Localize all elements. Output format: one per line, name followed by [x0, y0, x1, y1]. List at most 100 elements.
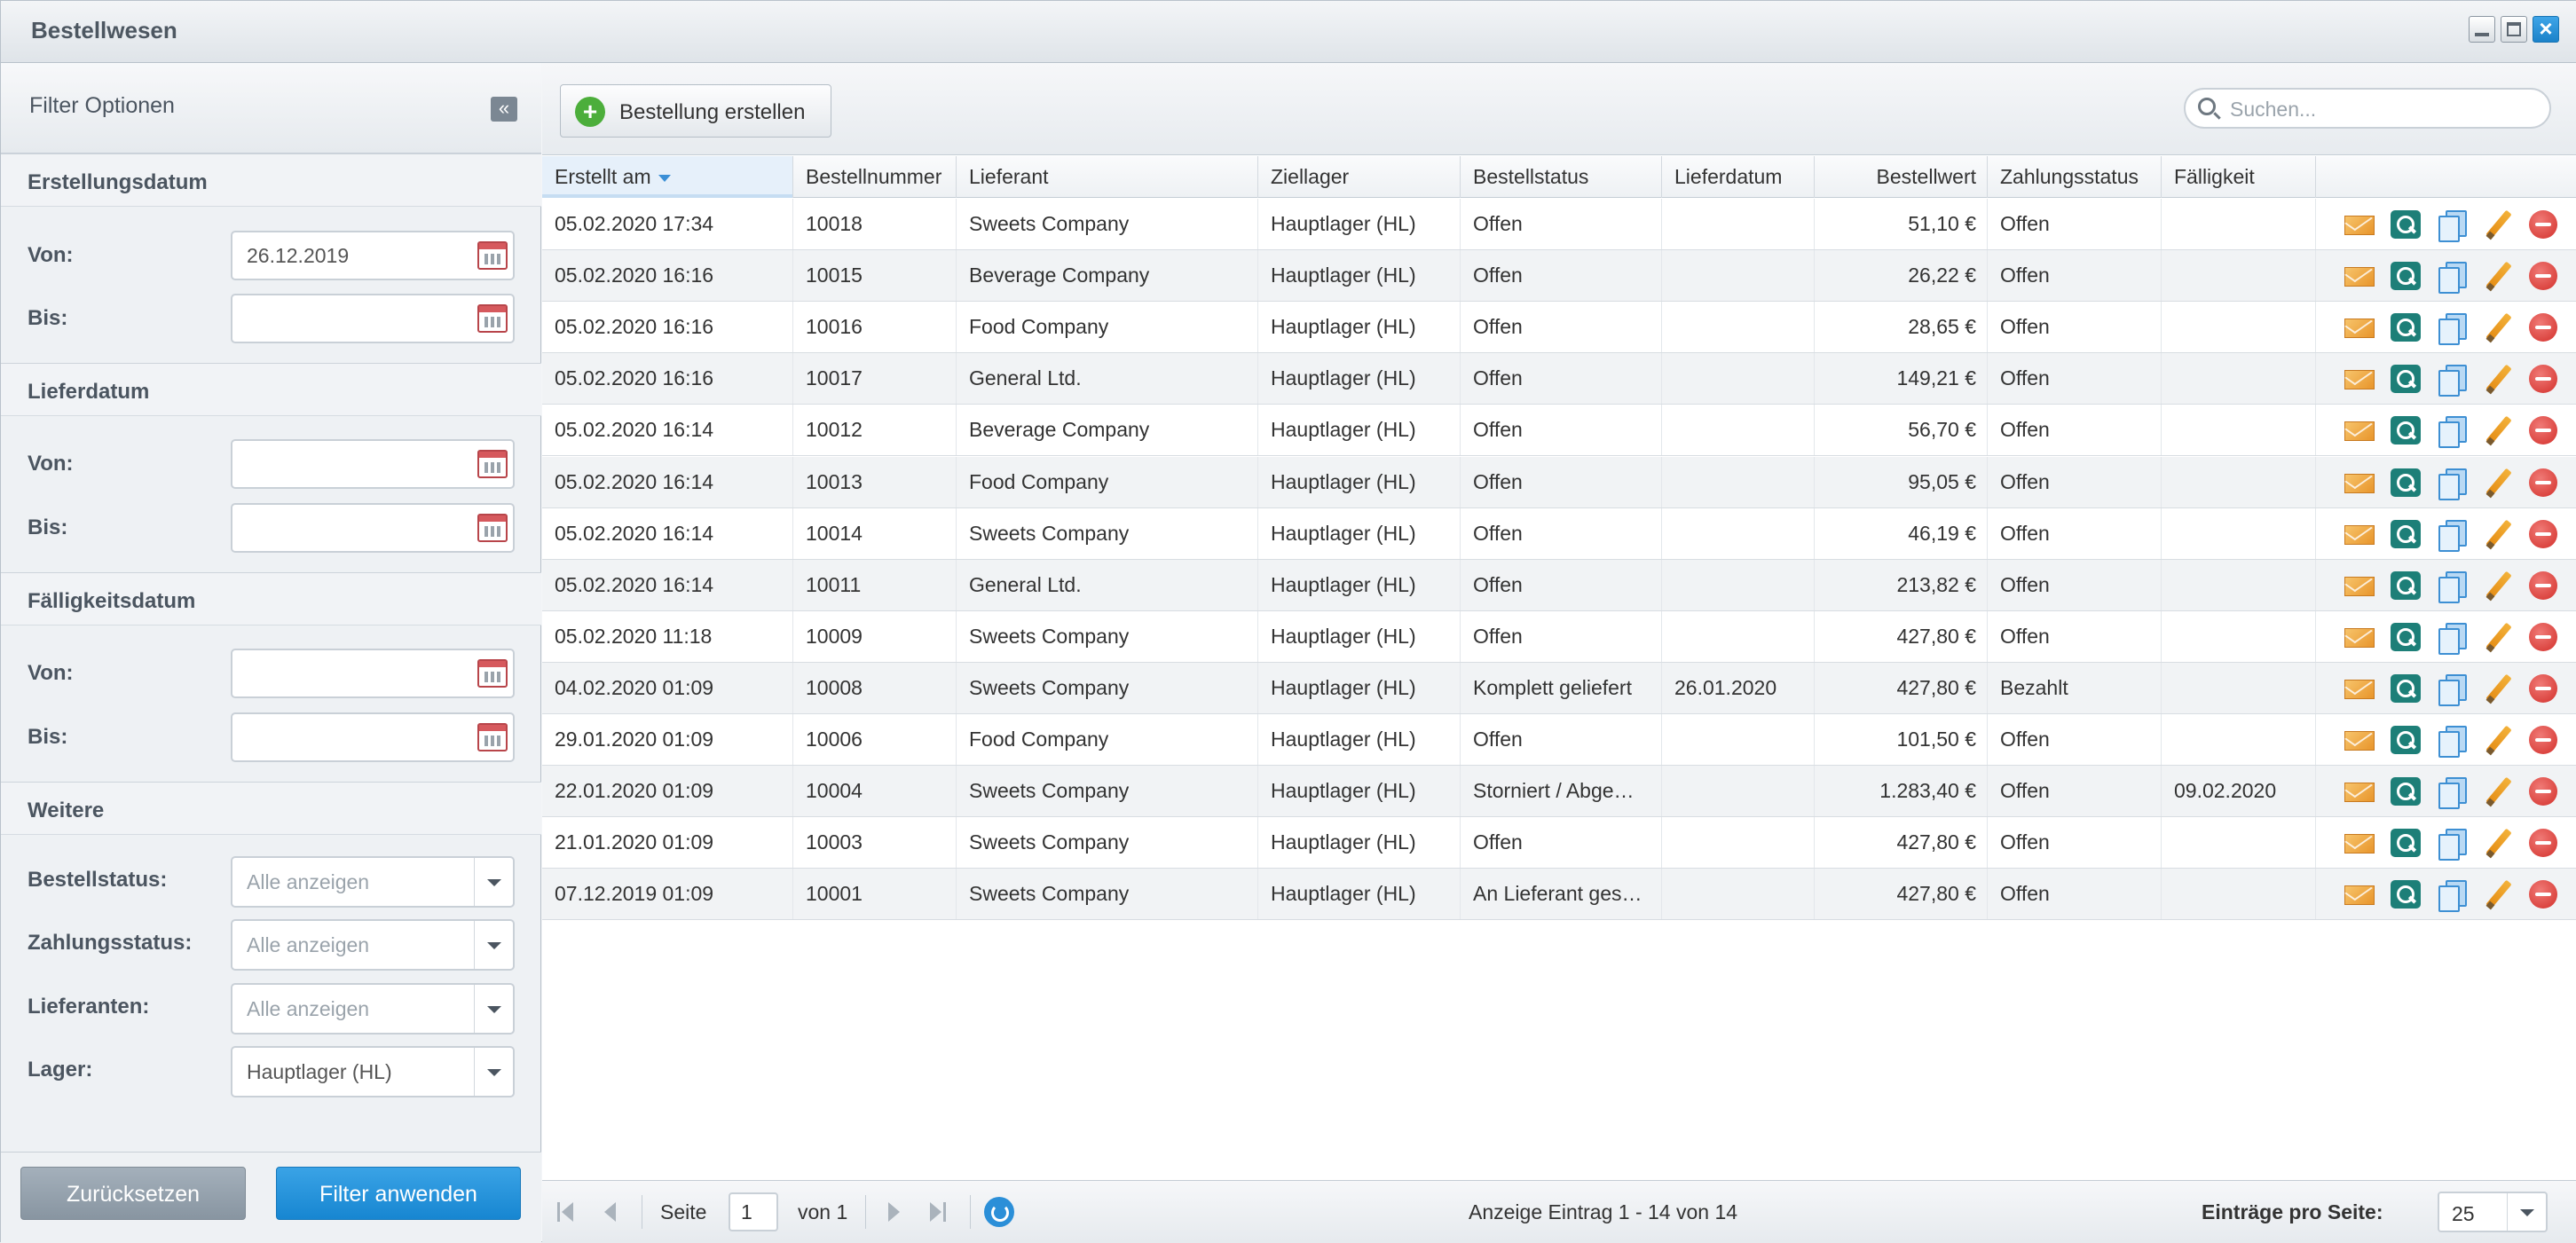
calendar-icon[interactable] [477, 514, 508, 542]
view-order-icon[interactable] [2391, 262, 2421, 290]
send-mail-icon[interactable] [2344, 674, 2375, 703]
delete-icon[interactable] [2529, 777, 2557, 806]
view-order-icon[interactable] [2391, 468, 2421, 497]
search-input[interactable] [2230, 97, 2532, 122]
calendar-icon[interactable] [477, 241, 508, 270]
column-header-zahlungsstatus[interactable]: Zahlungsstatus [1988, 156, 2162, 198]
delete-icon[interactable] [2529, 571, 2557, 600]
delete-icon[interactable] [2529, 520, 2557, 548]
collapse-sidebar-button[interactable]: « [491, 97, 517, 122]
zahlungsstatus-select[interactable]: Alle anzeigen [231, 919, 515, 971]
copy-order-icon[interactable] [2437, 468, 2467, 500]
edit-pencil-icon[interactable] [2483, 674, 2513, 703]
table-row[interactable]: 07.12.2019 01:09 10001 Sweets Company Haupt… [542, 869, 2576, 920]
view-order-icon[interactable] [2391, 726, 2421, 754]
chevron-down-icon[interactable] [474, 985, 513, 1033]
delete-icon[interactable] [2529, 365, 2557, 393]
page-number-input[interactable]: 1 [729, 1192, 778, 1231]
calendar-icon[interactable] [477, 659, 508, 688]
bestellstatus-select[interactable]: Alle anzeigen [231, 856, 515, 908]
liefer-von-field[interactable] [231, 439, 515, 489]
first-page-icon[interactable] [555, 1201, 576, 1223]
column-header-bestellwert[interactable]: Bestellwert [1815, 156, 1988, 198]
send-mail-icon[interactable] [2344, 520, 2375, 548]
previous-page-icon[interactable] [599, 1201, 620, 1223]
erstellung-bis-field[interactable] [231, 294, 515, 343]
maximize-button[interactable] [2501, 16, 2527, 43]
last-page-icon[interactable] [927, 1201, 949, 1223]
send-mail-icon[interactable] [2344, 416, 2375, 444]
copy-order-icon[interactable] [2437, 880, 2467, 912]
edit-pencil-icon[interactable] [2483, 829, 2513, 857]
copy-order-icon[interactable] [2437, 623, 2467, 655]
edit-pencil-icon[interactable] [2483, 623, 2513, 651]
calendar-icon[interactable] [477, 450, 508, 478]
reset-button[interactable]: Zurücksetzen [20, 1167, 246, 1220]
copy-order-icon[interactable] [2437, 313, 2467, 345]
view-order-icon[interactable] [2391, 571, 2421, 600]
column-header-lieferdatum[interactable]: Lieferdatum [1662, 156, 1815, 198]
copy-order-icon[interactable] [2437, 571, 2467, 603]
delete-icon[interactable] [2529, 726, 2557, 754]
view-order-icon[interactable] [2391, 777, 2421, 806]
column-header-lieferant[interactable]: Lieferant [957, 156, 1258, 198]
create-order-button[interactable]: + Bestellung erstellen [560, 84, 831, 138]
table-row[interactable]: 05.02.2020 11:18 10009 Sweets Company Haupt… [542, 611, 2576, 663]
edit-pencil-icon[interactable] [2483, 313, 2513, 342]
table-row[interactable]: 04.02.2020 01:09 10008 Sweets Company Haupt… [542, 663, 2576, 714]
minimize-button[interactable] [2469, 16, 2495, 43]
delete-icon[interactable] [2529, 623, 2557, 651]
edit-pencil-icon[interactable] [2483, 416, 2513, 444]
lager-select[interactable]: Hauptlager (HL) [231, 1046, 515, 1097]
send-mail-icon[interactable] [2344, 880, 2375, 909]
copy-order-icon[interactable] [2437, 416, 2467, 448]
send-mail-icon[interactable] [2344, 777, 2375, 806]
search-box[interactable] [2184, 88, 2551, 129]
copy-order-icon[interactable] [2437, 674, 2467, 706]
view-order-icon[interactable] [2391, 674, 2421, 703]
delete-icon[interactable] [2529, 880, 2557, 909]
delete-icon[interactable] [2529, 262, 2557, 290]
calendar-icon[interactable] [477, 723, 508, 751]
delete-icon[interactable] [2529, 210, 2557, 239]
send-mail-icon[interactable] [2344, 623, 2375, 651]
table-row[interactable]: 22.01.2020 01:09 10004 Sweets Company Haupt… [542, 766, 2576, 817]
view-order-icon[interactable] [2391, 880, 2421, 909]
chevron-down-icon[interactable] [474, 921, 513, 969]
column-header-bestellnummer[interactable]: Bestellnummer [793, 156, 957, 198]
send-mail-icon[interactable] [2344, 210, 2375, 239]
send-mail-icon[interactable] [2344, 829, 2375, 857]
per-page-select[interactable]: 25 [2438, 1192, 2548, 1232]
send-mail-icon[interactable] [2344, 571, 2375, 600]
edit-pencil-icon[interactable] [2483, 726, 2513, 754]
copy-order-icon[interactable] [2437, 829, 2467, 861]
liefer-bis-field[interactable] [231, 503, 515, 553]
table-row[interactable]: 05.02.2020 16:14 10012 Beverage Company Hau… [542, 405, 2576, 456]
column-header-faelligkeit[interactable]: Fälligkeit [2162, 156, 2316, 198]
edit-pencil-icon[interactable] [2483, 210, 2513, 239]
table-row[interactable]: 21.01.2020 01:09 10003 Sweets Company Haupt… [542, 817, 2576, 869]
send-mail-icon[interactable] [2344, 262, 2375, 290]
view-order-icon[interactable] [2391, 623, 2421, 651]
view-order-icon[interactable] [2391, 416, 2421, 444]
copy-order-icon[interactable] [2437, 210, 2467, 242]
table-row[interactable]: 29.01.2020 01:09 10006 Food Company Hauptla… [542, 714, 2576, 766]
edit-pencil-icon[interactable] [2483, 262, 2513, 290]
close-button[interactable]: × [2533, 15, 2559, 43]
view-order-icon[interactable] [2391, 829, 2421, 857]
delete-icon[interactable] [2529, 313, 2557, 342]
table-row[interactable]: 05.02.2020 17:34 10018 Sweets Company Haupt… [542, 199, 2576, 250]
view-order-icon[interactable] [2391, 365, 2421, 393]
table-row[interactable]: 05.02.2020 16:14 10014 Sweets Company Haupt… [542, 508, 2576, 560]
chevron-down-icon[interactable] [474, 858, 513, 906]
faellig-bis-field[interactable] [231, 712, 515, 762]
calendar-icon[interactable] [477, 304, 508, 333]
view-order-icon[interactable] [2391, 520, 2421, 548]
table-row[interactable]: 05.02.2020 16:16 10017 General Ltd. Hauptla… [542, 353, 2576, 405]
delete-icon[interactable] [2529, 416, 2557, 444]
copy-order-icon[interactable] [2437, 777, 2467, 809]
chevron-down-icon[interactable] [474, 1048, 513, 1096]
table-row[interactable]: 05.02.2020 16:16 10015 Beverage Company Hau… [542, 250, 2576, 302]
delete-icon[interactable] [2529, 829, 2557, 857]
faellig-von-field[interactable] [231, 649, 515, 698]
